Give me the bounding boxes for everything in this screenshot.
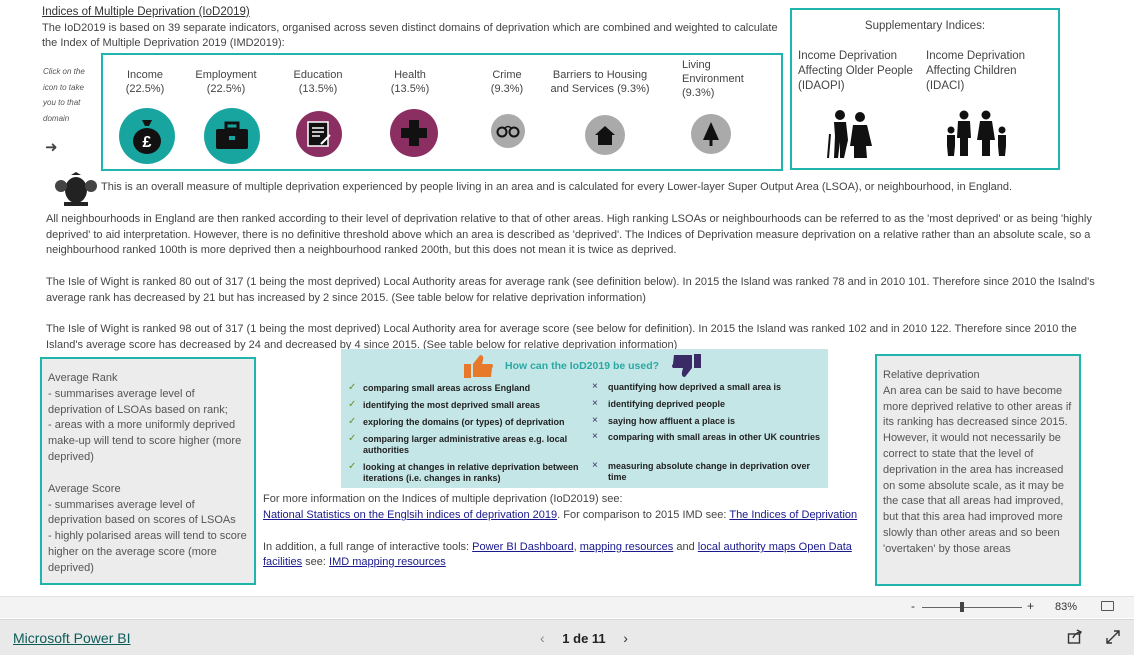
cross-icon: ×: [592, 398, 598, 409]
can-item: looking at changes in relative deprivati…: [363, 462, 579, 483]
fullscreen-icon[interactable]: [1105, 629, 1121, 648]
national-statistics-link[interactable]: National Statistics on the Englsih indic…: [263, 509, 557, 521]
cannot-item: saying how affluent a place is: [608, 416, 736, 426]
rank-paragraph: The Isle of Wight is ranked 80 out of 31…: [46, 276, 1095, 304]
next-page-icon[interactable]: ›: [623, 630, 628, 646]
cannot-item: quantifying how deprived a small area is: [608, 382, 782, 392]
svg-text:£: £: [143, 134, 152, 151]
page-indicator: 1 de 11: [562, 631, 606, 646]
money-bag-icon[interactable]: £: [119, 108, 175, 164]
cross-icon: ×: [592, 415, 598, 426]
domain-weight: (9.3%): [490, 83, 524, 95]
tools-see: see:: [302, 556, 330, 568]
domain-weight: (13.5%): [298, 83, 338, 95]
can-item: comparing small areas across England: [363, 383, 531, 393]
cross-icon: ×: [592, 460, 598, 471]
domain-education[interactable]: Education (13.5%): [288, 68, 348, 108]
cross-icon: ×: [592, 431, 598, 442]
house-icon[interactable]: [585, 115, 625, 155]
health-cross-icon[interactable]: [390, 109, 438, 157]
share-icon[interactable]: [1067, 629, 1083, 648]
domain-employment[interactable]: Employment (22.5%): [190, 68, 262, 108]
page-title: Indices of Multiple Deprivation (IoD2019…: [42, 6, 250, 18]
check-icon: ✓: [348, 416, 357, 427]
domain-weight: (9.3%): [682, 87, 715, 99]
check-icon: ✓: [348, 382, 357, 393]
older-people-icon[interactable]: [826, 108, 876, 163]
indices-of-deprivation-link[interactable]: The Indices of Deprivation: [729, 509, 857, 521]
zoom-level: 83%: [1055, 601, 1078, 613]
supplementary-title: Supplementary Indices:: [864, 20, 986, 32]
relative-title: Relative deprivation: [883, 369, 980, 381]
royal-crest-icon: [52, 172, 100, 208]
domain-living-environment[interactable]: Living Environment (9.3%): [672, 58, 750, 99]
average-score-line2: - highly polarised areas will tend to sc…: [48, 530, 247, 574]
previous-page-icon[interactable]: ‹: [540, 630, 545, 646]
average-rank-line2: - areas with a more uniformly deprived m…: [48, 419, 242, 463]
domain-name: Crime: [492, 69, 522, 81]
mapping-resources-link[interactable]: mapping resources: [580, 541, 674, 553]
more-info-line1: For more information on the Indices of m…: [263, 493, 623, 505]
briefcase-icon[interactable]: [204, 108, 260, 164]
domain-weight: (22.5%): [206, 83, 246, 95]
domain-name: Income: [126, 69, 164, 81]
average-rank-title: Average Rank: [48, 372, 118, 384]
relative-deprivation-box: Relative deprivation An area can be said…: [875, 354, 1081, 586]
relative-body: An area can be said to have become more …: [883, 384, 1072, 555]
tools-text: In addition, a full range of interactive…: [263, 541, 473, 553]
average-score-title: Average Score: [48, 482, 121, 495]
overall-measure-text: This is an overall measure of multiple d…: [101, 181, 1013, 193]
domain-health[interactable]: Health (13.5%): [386, 68, 434, 108]
supplementary-idaci[interactable]: Income Deprivation Affecting Children (I…: [926, 49, 1030, 94]
certificate-icon[interactable]: [296, 111, 342, 157]
domain-name: Living Environment: [682, 59, 744, 85]
family-icon[interactable]: [944, 110, 1010, 161]
domain-name: Barriers to Housing and Services (9.3%): [550, 69, 650, 95]
more-info-tools: In addition, a full range of interactive…: [263, 540, 863, 570]
average-score-line1: - summarises average level of deprivatio…: [48, 498, 236, 527]
domain-name: Employment: [195, 69, 257, 81]
cannot-item: identifying deprived people: [608, 399, 726, 409]
thumbs-down-icon: [670, 353, 702, 382]
cannot-item: measuring absolute change in deprivation…: [608, 461, 811, 482]
domain-name: Health: [394, 69, 426, 81]
domain-weight: (22.5%): [125, 83, 165, 95]
zoom-slider-handle[interactable]: [960, 602, 964, 612]
thumbs-up-icon: [463, 353, 495, 382]
zoom-slider[interactable]: [922, 607, 1022, 608]
cross-icon: ×: [592, 381, 598, 392]
arrow-right-icon[interactable]: ➜: [45, 138, 58, 156]
domain-crime[interactable]: Crime (9.3%): [484, 68, 530, 108]
imd-mapping-link[interactable]: IMD mapping resources: [329, 556, 446, 568]
can-item: comparing larger administrative areas e.…: [363, 434, 568, 455]
average-rank-line1: - summarises average level of deprivatio…: [48, 387, 228, 416]
more-info-mid: . For comparison to 2015 IMD see:: [557, 509, 730, 521]
power-bi-dashboard-link[interactable]: Power BI Dashboard: [472, 541, 574, 553]
power-bi-brand-link[interactable]: Microsoft Power BI: [13, 630, 130, 646]
can-item: exploring the domains (or types) of depr…: [363, 417, 565, 427]
check-icon: ✓: [348, 433, 357, 444]
cannot-item: comparing with small areas in other UK c…: [608, 432, 821, 442]
zoom-out-button[interactable]: -: [911, 599, 915, 613]
tree-icon[interactable]: [691, 114, 731, 154]
can-item: identifying the most deprived small area…: [363, 400, 541, 410]
page-navigator: ‹ 1 de 11 ›: [540, 630, 628, 646]
handcuffs-icon[interactable]: [491, 114, 525, 148]
supplementary-idaopi[interactable]: Income Deprivation Affecting Older Peopl…: [798, 49, 916, 94]
more-info-links: National Statistics on the Englsih indic…: [263, 508, 863, 523]
domain-income[interactable]: Income (22.5%): [118, 68, 172, 108]
ranking-paragraph: All neighbourhoods in England are then r…: [46, 213, 1092, 256]
iod-use-title: How can the IoD2019 be used?: [505, 360, 660, 372]
average-definitions-box: Average Rank - summarises average level …: [40, 357, 256, 585]
zoom-in-button[interactable]: +: [1027, 599, 1034, 613]
fit-to-page-icon[interactable]: [1101, 601, 1114, 611]
check-icon: ✓: [348, 461, 357, 472]
intro-text: The IoD2019 is based on 39 separate indi…: [42, 22, 778, 49]
check-icon: ✓: [348, 399, 357, 410]
tools-and: and: [673, 541, 698, 553]
domain-name: Education: [293, 69, 343, 81]
domain-barriers[interactable]: Barriers to Housing and Services (9.3%): [548, 68, 652, 108]
domain-weight: (13.5%): [390, 83, 430, 95]
click-note: Click on the icon to take you to that do…: [43, 67, 85, 123]
